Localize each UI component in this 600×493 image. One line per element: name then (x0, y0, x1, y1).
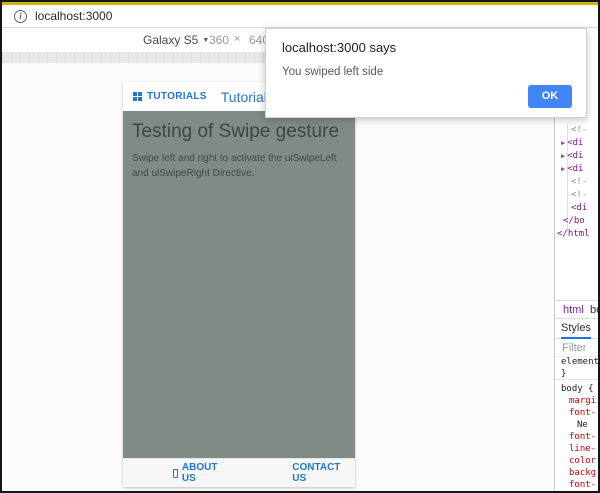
breadcrumb-body[interactable]: bo (590, 304, 598, 316)
styles-filter-row: Filter (555, 340, 598, 357)
expand-arrow-icon[interactable]: ▶ (561, 152, 565, 160)
alert-title: localhost:3000 says (282, 40, 397, 55)
dom-tree-node[interactable]: ▶ <di (555, 163, 598, 176)
dom-tree-node[interactable]: <!- (555, 189, 598, 202)
about-us-link[interactable]: ABOUT US (173, 462, 232, 484)
page-footer: ABOUT US CONTACT US (123, 458, 355, 487)
dom-tree-node[interactable]: </html (555, 228, 598, 241)
page-info-icon[interactable]: i (14, 9, 27, 23)
dom-breadcrumb: html bo (555, 300, 598, 319)
contact-us-label: CONTACT US (292, 462, 341, 484)
dom-tree-node[interactable]: ▶ <di (555, 137, 598, 150)
breadcrumb-html[interactable]: html (563, 304, 584, 316)
about-us-label: ABOUT US (181, 462, 218, 484)
css-value[interactable]: Ne (555, 419, 598, 431)
styles-filter-input[interactable]: Filter (562, 342, 586, 354)
css-property[interactable]: line- (555, 443, 598, 455)
styles-tabbar: Styles (555, 319, 598, 339)
browser-window: i localhost:3000 Galaxy S5 ▼ 360 × 640 TU… (0, 0, 600, 493)
phone-icon (173, 468, 178, 478)
device-select[interactable]: Galaxy S5 ▼ (143, 33, 209, 47)
contact-us-link[interactable]: CONTACT US (292, 462, 355, 484)
ok-button[interactable]: OK (528, 85, 572, 108)
page-title: Testing of Swipe gesture (132, 121, 340, 142)
alert-dialog: localhost:3000 says You swiped left side… (265, 28, 587, 118)
css-property[interactable]: font- (555, 479, 598, 491)
css-property[interactable]: color (555, 455, 598, 467)
dimension-separator: × (234, 33, 241, 45)
dom-tree-node[interactable]: <!- (555, 176, 598, 189)
css-property[interactable]: backg (555, 467, 598, 479)
nav-tutorials-link[interactable]: TUTORIALS (147, 91, 207, 102)
frame-border-top (0, 0, 600, 2)
grid-menu-icon[interactable] (133, 92, 142, 101)
expand-arrow-icon[interactable]: ▶ (561, 165, 565, 173)
emulated-page: TUTORIALS TutorialsPoint Testing of Swip… (123, 82, 355, 487)
element-style-selector[interactable]: element. (555, 356, 598, 368)
address-bar[interactable]: i localhost:3000 (2, 5, 598, 28)
dom-tree-node[interactable]: ▶ <di (555, 150, 598, 163)
expand-arrow-icon[interactable]: ▶ (561, 139, 565, 147)
viewport-width-field[interactable]: 360 (209, 33, 229, 47)
css-property[interactable]: font- (555, 407, 598, 419)
alert-message: You swiped left side (282, 66, 384, 78)
window-accent-line (2, 2, 598, 5)
swipe-gesture-area[interactable]: Testing of Swipe gesture Swipe left and … (123, 111, 355, 458)
css-property[interactable]: font- (555, 431, 598, 443)
emulation-viewport: TUTORIALS TutorialsPoint Testing of Swip… (2, 63, 554, 491)
dom-tree-node[interactable]: </bo (555, 215, 598, 228)
body-rule-selector[interactable]: body { (555, 383, 598, 395)
tab-styles[interactable]: Styles (561, 322, 591, 339)
styles-section-divider (555, 379, 598, 380)
url-text[interactable]: localhost:3000 (35, 9, 112, 23)
dom-tree-node[interactable]: <!- (555, 124, 598, 137)
css-property[interactable]: margi (555, 395, 598, 407)
dom-tree-node[interactable]: <di (555, 202, 598, 215)
frame-border-left (0, 0, 2, 493)
page-description: Swipe left and right to activate the uiS… (132, 153, 337, 179)
